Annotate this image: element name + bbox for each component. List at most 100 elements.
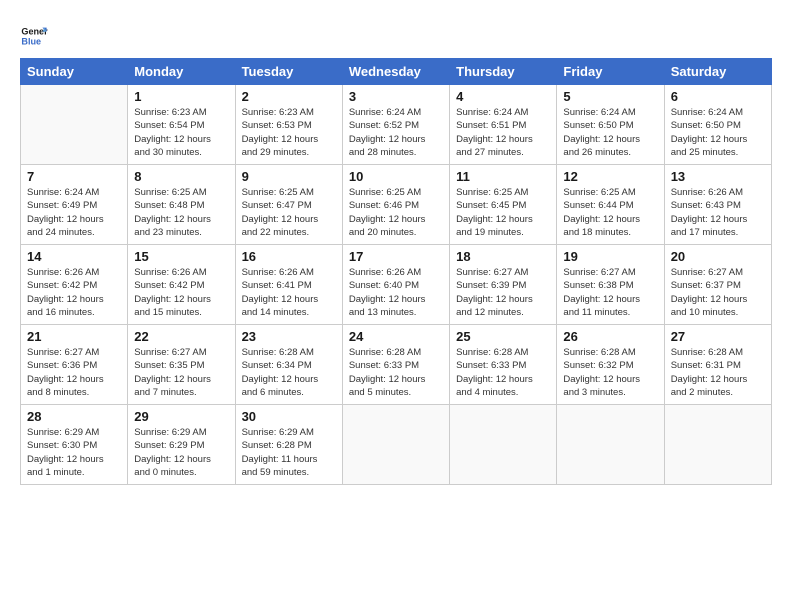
day-cell: 29 Sunrise: 6:29 AM Sunset: 6:29 PM Dayli… <box>128 405 235 485</box>
day-info: Sunrise: 6:27 AM Sunset: 6:39 PM Dayligh… <box>456 266 550 319</box>
day-number: 3 <box>349 89 443 104</box>
day-number: 16 <box>242 249 336 264</box>
day-info: Sunrise: 6:28 AM Sunset: 6:31 PM Dayligh… <box>671 346 765 399</box>
day-cell: 7 Sunrise: 6:24 AM Sunset: 6:49 PM Daylig… <box>21 165 128 245</box>
header-row: SundayMondayTuesdayWednesdayThursdayFrid… <box>21 59 772 85</box>
day-number: 20 <box>671 249 765 264</box>
day-cell: 18 Sunrise: 6:27 AM Sunset: 6:39 PM Dayli… <box>450 245 557 325</box>
day-cell: 23Sunrise: 6:28 AM Sunset: 6:34 PM Dayli… <box>235 325 342 405</box>
day-number: 8 <box>134 169 228 184</box>
day-cell: 5 Sunrise: 6:24 AM Sunset: 6:50 PM Daylig… <box>557 85 664 165</box>
day-cell: 14 Sunrise: 6:26 AM Sunset: 6:42 PM Dayli… <box>21 245 128 325</box>
day-number: 19 <box>563 249 657 264</box>
day-cell: 25 Sunrise: 6:28 AM Sunset: 6:33 PM Dayli… <box>450 325 557 405</box>
week-row-4: 21 Sunrise: 6:27 AM Sunset: 6:36 PM Dayli… <box>21 325 772 405</box>
day-info: Sunrise: 6:27 AM Sunset: 6:38 PM Dayligh… <box>563 266 657 319</box>
day-cell: 10Sunrise: 6:25 AM Sunset: 6:46 PM Dayli… <box>342 165 449 245</box>
week-row-1: 1Sunrise: 6:23 AM Sunset: 6:54 PM Daylig… <box>21 85 772 165</box>
day-info: Sunrise: 6:27 AM Sunset: 6:35 PM Dayligh… <box>134 346 228 399</box>
logo-icon: General Blue <box>20 22 48 50</box>
day-number: 30 <box>242 409 336 424</box>
day-info: Sunrise: 6:25 AM Sunset: 6:47 PM Dayligh… <box>242 186 336 239</box>
day-info: Sunrise: 6:28 AM Sunset: 6:32 PM Dayligh… <box>563 346 657 399</box>
week-row-3: 14 Sunrise: 6:26 AM Sunset: 6:42 PM Dayli… <box>21 245 772 325</box>
day-info: Sunrise: 6:27 AM Sunset: 6:36 PM Dayligh… <box>27 346 121 399</box>
day-info: Sunrise: 6:24 AM Sunset: 6:52 PM Dayligh… <box>349 106 443 159</box>
day-info: Sunrise: 6:26 AM Sunset: 6:43 PM Dayligh… <box>671 186 765 239</box>
header-cell-tuesday: Tuesday <box>235 59 342 85</box>
day-info: Sunrise: 6:28 AM Sunset: 6:33 PM Dayligh… <box>456 346 550 399</box>
header-cell-monday: Monday <box>128 59 235 85</box>
day-cell <box>21 85 128 165</box>
day-info: Sunrise: 6:24 AM Sunset: 6:51 PM Dayligh… <box>456 106 550 159</box>
day-cell: 24Sunrise: 6:28 AM Sunset: 6:33 PM Dayli… <box>342 325 449 405</box>
day-cell: 20 Sunrise: 6:27 AM Sunset: 6:37 PM Dayli… <box>664 245 771 325</box>
day-cell: 28 Sunrise: 6:29 AM Sunset: 6:30 PM Dayli… <box>21 405 128 485</box>
logo: General Blue <box>20 22 52 50</box>
day-number: 29 <box>134 409 228 424</box>
day-number: 7 <box>27 169 121 184</box>
day-info: Sunrise: 6:27 AM Sunset: 6:37 PM Dayligh… <box>671 266 765 319</box>
day-number: 21 <box>27 329 121 344</box>
day-info: Sunrise: 6:26 AM Sunset: 6:41 PM Dayligh… <box>242 266 336 319</box>
day-cell <box>664 405 771 485</box>
day-number: 15 <box>134 249 228 264</box>
day-cell: 19 Sunrise: 6:27 AM Sunset: 6:38 PM Dayli… <box>557 245 664 325</box>
day-cell: 22 Sunrise: 6:27 AM Sunset: 6:35 PM Dayli… <box>128 325 235 405</box>
day-cell: 1Sunrise: 6:23 AM Sunset: 6:54 PM Daylig… <box>128 85 235 165</box>
day-number: 9 <box>242 169 336 184</box>
day-cell <box>342 405 449 485</box>
day-cell: 2Sunrise: 6:23 AM Sunset: 6:53 PM Daylig… <box>235 85 342 165</box>
week-row-5: 28 Sunrise: 6:29 AM Sunset: 6:30 PM Dayli… <box>21 405 772 485</box>
day-cell: 9 Sunrise: 6:25 AM Sunset: 6:47 PM Daylig… <box>235 165 342 245</box>
day-number: 6 <box>671 89 765 104</box>
day-number: 28 <box>27 409 121 424</box>
day-info: Sunrise: 6:25 AM Sunset: 6:44 PM Dayligh… <box>563 186 657 239</box>
header-cell-sunday: Sunday <box>21 59 128 85</box>
day-number: 12 <box>563 169 657 184</box>
day-cell <box>450 405 557 485</box>
day-info: Sunrise: 6:25 AM Sunset: 6:48 PM Dayligh… <box>134 186 228 239</box>
day-cell: 6 Sunrise: 6:24 AM Sunset: 6:50 PM Daylig… <box>664 85 771 165</box>
day-number: 18 <box>456 249 550 264</box>
day-info: Sunrise: 6:23 AM Sunset: 6:54 PM Dayligh… <box>134 106 228 159</box>
day-cell: 8 Sunrise: 6:25 AM Sunset: 6:48 PM Daylig… <box>128 165 235 245</box>
day-number: 5 <box>563 89 657 104</box>
header-cell-friday: Friday <box>557 59 664 85</box>
day-cell: 3 Sunrise: 6:24 AM Sunset: 6:52 PM Daylig… <box>342 85 449 165</box>
day-number: 17 <box>349 249 443 264</box>
day-cell: 4Sunrise: 6:24 AM Sunset: 6:51 PM Daylig… <box>450 85 557 165</box>
day-cell: 12 Sunrise: 6:25 AM Sunset: 6:44 PM Dayli… <box>557 165 664 245</box>
week-row-2: 7 Sunrise: 6:24 AM Sunset: 6:49 PM Daylig… <box>21 165 772 245</box>
day-info: Sunrise: 6:29 AM Sunset: 6:30 PM Dayligh… <box>27 426 121 479</box>
day-info: Sunrise: 6:26 AM Sunset: 6:42 PM Dayligh… <box>27 266 121 319</box>
day-info: Sunrise: 6:29 AM Sunset: 6:28 PM Dayligh… <box>242 426 336 479</box>
svg-text:Blue: Blue <box>21 36 41 46</box>
calendar-table: SundayMondayTuesdayWednesdayThursdayFrid… <box>20 58 772 485</box>
day-cell: 30 Sunrise: 6:29 AM Sunset: 6:28 PM Dayli… <box>235 405 342 485</box>
day-cell: 13Sunrise: 6:26 AM Sunset: 6:43 PM Dayli… <box>664 165 771 245</box>
day-cell: 16 Sunrise: 6:26 AM Sunset: 6:41 PM Dayli… <box>235 245 342 325</box>
day-info: Sunrise: 6:29 AM Sunset: 6:29 PM Dayligh… <box>134 426 228 479</box>
day-number: 22 <box>134 329 228 344</box>
day-number: 23 <box>242 329 336 344</box>
day-info: Sunrise: 6:25 AM Sunset: 6:45 PM Dayligh… <box>456 186 550 239</box>
day-info: Sunrise: 6:26 AM Sunset: 6:40 PM Dayligh… <box>349 266 443 319</box>
day-cell: 26 Sunrise: 6:28 AM Sunset: 6:32 PM Dayli… <box>557 325 664 405</box>
day-number: 25 <box>456 329 550 344</box>
header-cell-thursday: Thursday <box>450 59 557 85</box>
day-info: Sunrise: 6:24 AM Sunset: 6:49 PM Dayligh… <box>27 186 121 239</box>
day-cell: 27 Sunrise: 6:28 AM Sunset: 6:31 PM Dayli… <box>664 325 771 405</box>
day-info: Sunrise: 6:24 AM Sunset: 6:50 PM Dayligh… <box>563 106 657 159</box>
day-info: Sunrise: 6:28 AM Sunset: 6:33 PM Dayligh… <box>349 346 443 399</box>
header-cell-wednesday: Wednesday <box>342 59 449 85</box>
header: General Blue <box>20 18 772 50</box>
day-number: 27 <box>671 329 765 344</box>
day-info: Sunrise: 6:26 AM Sunset: 6:42 PM Dayligh… <box>134 266 228 319</box>
day-cell: 17 Sunrise: 6:26 AM Sunset: 6:40 PM Dayli… <box>342 245 449 325</box>
day-info: Sunrise: 6:23 AM Sunset: 6:53 PM Dayligh… <box>242 106 336 159</box>
day-number: 26 <box>563 329 657 344</box>
day-number: 14 <box>27 249 121 264</box>
day-info: Sunrise: 6:24 AM Sunset: 6:50 PM Dayligh… <box>671 106 765 159</box>
day-number: 11 <box>456 169 550 184</box>
